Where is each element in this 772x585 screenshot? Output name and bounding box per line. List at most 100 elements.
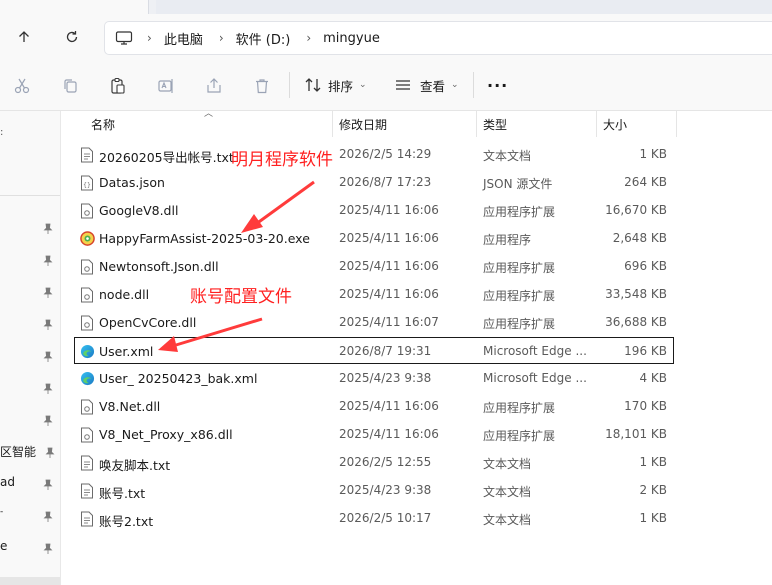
tab-strip: [0, 0, 772, 14]
json-file-icon: {}: [80, 175, 94, 191]
column-separator[interactable]: [596, 111, 597, 137]
nav-item-label[interactable]: e: [0, 539, 7, 553]
file-date: 2026/8/7 17:23: [339, 175, 432, 189]
file-type: 应用程序扩展: [483, 429, 556, 443]
breadcrumb-mingyue[interactable]: mingyue: [323, 31, 380, 46]
pin-icon[interactable]: [42, 223, 54, 235]
file-size: 1 KB: [639, 511, 667, 525]
text-file-icon: [80, 455, 94, 471]
file-name: 账号.txt: [99, 486, 146, 501]
column-separator[interactable]: [676, 111, 677, 137]
file-row[interactable]: OpenCvCore.dll 2025/4/11 16:07 应用程序扩展 36,68…: [75, 309, 673, 336]
file-row[interactable]: V8.Net.dll 2025/4/11 16:06 应用程序扩展 170 KB: [75, 393, 673, 420]
share-button[interactable]: [204, 76, 224, 96]
file-size: 1 KB: [639, 147, 667, 161]
file-row[interactable]: 20260205导出帐号.txt 2026/2/5 14:29 文本文档 1 KB: [75, 141, 673, 168]
svg-text:{}: {}: [83, 182, 91, 189]
pin-icon[interactable]: [42, 511, 54, 523]
file-type: 应用程序扩展: [483, 317, 556, 331]
file-row[interactable]: 账号2.txt 2026/2/5 10:17 文本文档 1 KB: [75, 505, 673, 532]
pin-icon[interactable]: [44, 447, 56, 459]
breadcrumb-sep-0[interactable]: ›: [143, 31, 164, 45]
file-row[interactable]: User.xml 2026/8/7 19:31 Microsoft Edge ...…: [74, 337, 674, 364]
file-row[interactable]: User_ 20250423_bak.xml 2025/4/23 9:38 Micr…: [75, 365, 673, 392]
dll-file-icon: [80, 259, 94, 275]
file-size: 196 KB: [624, 344, 667, 358]
breadcrumb-this-pc[interactable]: 此电脑 ›: [164, 29, 236, 48]
file-row[interactable]: node.dll 2025/4/11 16:06 应用程序扩展 33,548 KB: [75, 281, 673, 308]
pin-icon[interactable]: [42, 543, 54, 555]
chevron-right-icon: ›: [218, 31, 224, 45]
file-row[interactable]: 唤友脚本.txt 2026/2/5 12:55 文本文档 1 KB: [75, 449, 673, 476]
pin-icon[interactable]: [42, 287, 54, 299]
nav-collapse-marker: :: [0, 127, 4, 138]
nav-item-label[interactable]: ad: [0, 475, 15, 489]
computer-icon: [115, 31, 133, 45]
file-date: 2026/2/5 10:17: [339, 511, 432, 525]
file-size: 1 KB: [639, 455, 667, 469]
nav-item-label[interactable]: -: [0, 507, 3, 517]
file-name: OpenCvCore.dll: [99, 315, 197, 330]
refresh-button[interactable]: [60, 25, 84, 49]
file-row[interactable]: GoogleV8.dll 2025/4/11 16:06 应用程序扩展 16,670 …: [75, 197, 673, 224]
up-button[interactable]: [12, 25, 36, 49]
nav-scrollbar[interactable]: [0, 577, 60, 585]
file-size: 4 KB: [639, 371, 667, 385]
pin-icon[interactable]: [42, 383, 54, 395]
file-type: 应用程序扩展: [483, 205, 556, 219]
column-separator[interactable]: [332, 111, 333, 137]
navigation-pane: : 区智能 ad - e: [0, 111, 61, 585]
pin-icon[interactable]: [42, 479, 54, 491]
file-size: 18,101 KB: [605, 427, 667, 441]
file-row[interactable]: {} Datas.json 2026/8/7 17:23 JSON 源文件 264 KB: [75, 169, 673, 196]
column-header-date[interactable]: 修改日期: [339, 111, 387, 137]
cut-button[interactable]: [12, 76, 32, 96]
column-header-size[interactable]: 大小: [603, 111, 627, 137]
sort-button[interactable]: 排序 ⌄: [304, 74, 367, 96]
file-name: User.xml: [99, 344, 154, 359]
text-file-icon: [80, 511, 94, 527]
more-options-button[interactable]: ···: [487, 74, 508, 96]
chevron-down-icon: ⌄: [359, 80, 367, 90]
file-type: 应用程序扩展: [483, 289, 556, 303]
pin-icon[interactable]: [42, 351, 54, 363]
file-name: 账号2.txt: [99, 514, 154, 529]
file-row[interactable]: 账号.txt 2025/4/23 9:38 文本文档 2 KB: [75, 477, 673, 504]
file-date: 2025/4/23 9:38: [339, 371, 432, 385]
refresh-icon: [66, 31, 78, 43]
active-tab[interactable]: [0, 0, 149, 14]
command-bar: 排序 ⌄ 查看 ⌄ ···: [0, 60, 772, 111]
file-date: 2025/4/11 16:06: [339, 231, 439, 245]
pin-icon[interactable]: [42, 319, 54, 331]
nav-item-label[interactable]: 区智能: [0, 443, 36, 460]
file-name: V8.Net.dll: [99, 399, 161, 414]
sort-ascending-icon: ︿: [204, 109, 214, 119]
file-size: 36,688 KB: [605, 315, 667, 329]
pin-icon[interactable]: [42, 415, 54, 427]
rename-button[interactable]: [156, 76, 176, 96]
delete-button[interactable]: [252, 76, 272, 96]
breadcrumb-drive-d[interactable]: 软件 (D:) ›: [236, 29, 323, 48]
file-size: 2,648 KB: [612, 231, 667, 245]
file-row[interactable]: V8_Net_Proxy_x86.dll 2025/4/11 16:06 应用程序扩…: [75, 421, 673, 448]
edge-icon: [80, 344, 95, 360]
file-date: 2025/4/23 9:38: [339, 483, 432, 497]
file-type: JSON 源文件: [483, 177, 553, 191]
copy-button[interactable]: [60, 76, 80, 96]
file-row[interactable]: Newtonsoft.Json.dll 2025/4/11 16:06 应用程序扩展…: [75, 253, 673, 280]
pin-icon[interactable]: [42, 255, 54, 267]
file-type: 应用程序扩展: [483, 261, 556, 275]
paste-button[interactable]: [108, 76, 128, 96]
column-header-type[interactable]: 类型: [483, 111, 507, 137]
app-icon: [80, 231, 95, 247]
file-name: User_ 20250423_bak.xml: [99, 371, 258, 386]
view-button[interactable]: 查看 ⌄: [394, 74, 459, 96]
column-separator[interactable]: [476, 111, 477, 137]
toolbar-divider: [289, 72, 290, 98]
address-bar[interactable]: › 此电脑 › 软件 (D:) › mingyue: [104, 21, 772, 55]
toolbar-divider: [473, 72, 474, 98]
file-type: 文本文档: [483, 149, 532, 163]
file-date: 2026/2/5 14:29: [339, 147, 432, 161]
column-header-name[interactable]: 名称: [91, 111, 115, 137]
file-row[interactable]: HappyFarmAssist-2025-03-20.exe 2025/4/11 …: [75, 225, 673, 252]
